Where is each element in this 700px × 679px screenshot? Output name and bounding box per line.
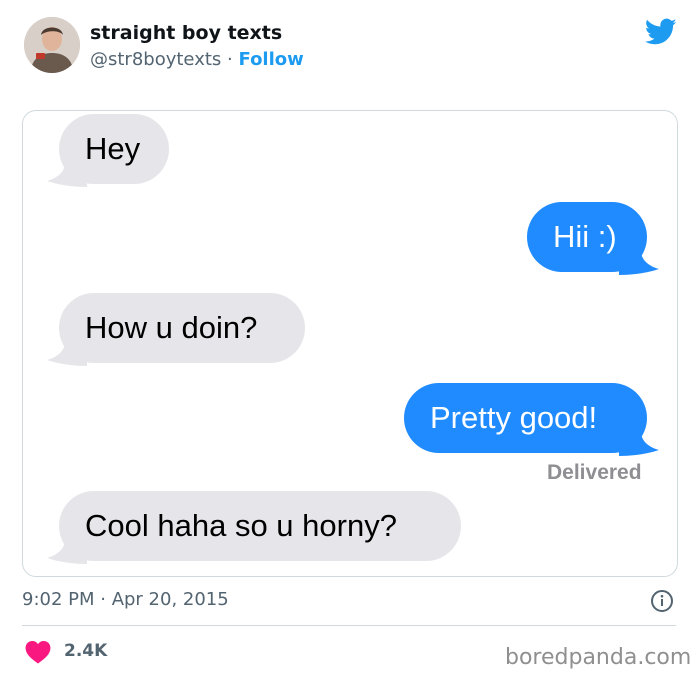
message-bubble-sent: Hii :) [527, 202, 647, 272]
twitter-bird-icon[interactable] [645, 18, 677, 46]
info-icon[interactable] [650, 589, 674, 613]
watermark: boredpanda.com [505, 645, 692, 670]
like-count[interactable]: 2.4K [64, 641, 107, 661]
heart-icon[interactable] [25, 640, 51, 664]
avatar[interactable] [24, 17, 80, 73]
divider [22, 625, 676, 626]
tweet-timestamp[interactable]: 9:02 PM · Apr 20, 2015 [22, 589, 229, 610]
delivered-status: Delivered [547, 461, 642, 484]
avatar-photo [24, 17, 80, 73]
message-bubble-received: Cool haha so u horny? [59, 491, 461, 561]
handle-line: @str8boytexts · Follow [90, 49, 304, 70]
message-bubble-received: Hey [59, 114, 169, 184]
message-screenshot[interactable]: Hey Hii :) How u doin? Pretty good! Deli… [22, 110, 678, 577]
message-bubble-sent: Pretty good! [404, 383, 647, 453]
handle[interactable]: @str8boytexts [90, 49, 221, 70]
separator-dot: · [227, 49, 233, 70]
display-name[interactable]: straight boy texts [90, 22, 282, 44]
follow-button[interactable]: Follow [239, 49, 304, 70]
tweet-embed: straight boy texts @str8boytexts · Follo… [0, 0, 700, 679]
message-bubble-received: How u doin? [59, 293, 305, 363]
